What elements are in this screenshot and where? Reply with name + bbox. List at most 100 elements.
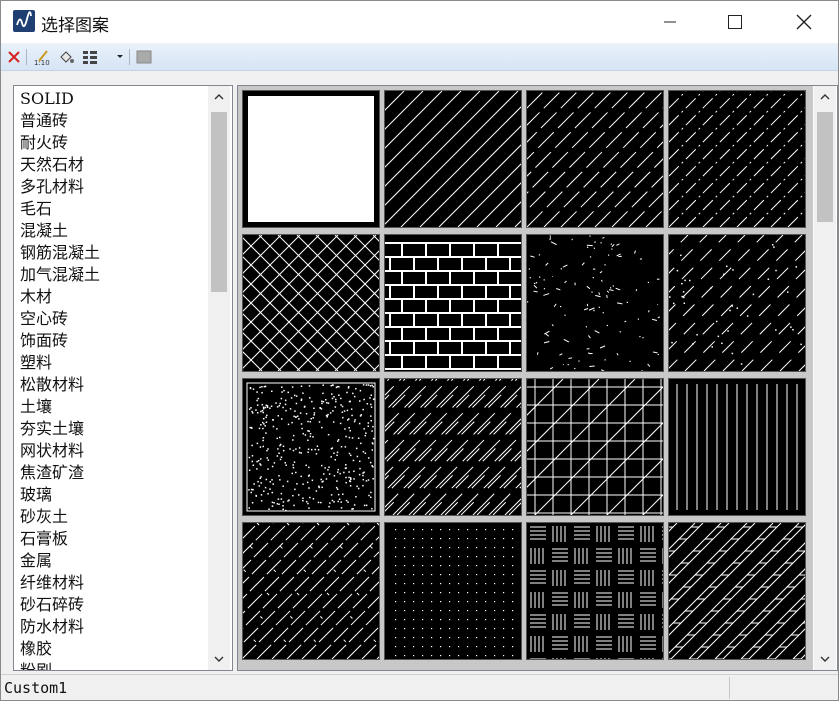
pattern-swatch: [246, 382, 376, 512]
pattern-list-item[interactable]: 普通砖: [20, 110, 100, 132]
pattern-list-item[interactable]: 饰面砖: [20, 330, 100, 352]
pattern-swatch: [248, 96, 374, 222]
list-scrollbar[interactable]: [208, 86, 230, 670]
toolbar-separator: [129, 49, 130, 65]
toolbar: 1:10: [1, 44, 838, 71]
pattern-list-item[interactable]: 网状材料: [20, 440, 100, 462]
pattern-list-item[interactable]: 天然石材: [20, 154, 100, 176]
pattern-swatch: [385, 91, 521, 227]
pattern-tile-basket-weave[interactable]: [526, 522, 664, 660]
pattern-tile-diag-dashdot[interactable]: [668, 90, 806, 228]
pattern-tile-vertical-lines[interactable]: [668, 378, 806, 516]
view-dropdown-button[interactable]: [111, 48, 129, 66]
pattern-list-item[interactable]: 砂灰土: [20, 506, 100, 528]
maximize-icon: [728, 15, 742, 29]
pattern-list-item[interactable]: 混凝土: [20, 220, 100, 242]
pattern-list-item[interactable]: 焦渣矿渣: [20, 462, 100, 484]
grid-scroll-thumb[interactable]: [817, 112, 833, 222]
pattern-tile-solid[interactable]: [242, 90, 380, 228]
list-view-icon: [83, 51, 97, 64]
delete-button[interactable]: [5, 48, 23, 66]
list-scroll-down-button[interactable]: [208, 648, 230, 670]
status-divider: [729, 677, 730, 699]
view-button[interactable]: [81, 48, 99, 66]
pattern-grid-panel: [237, 85, 838, 671]
pattern-list-item[interactable]: 土壤: [20, 396, 100, 418]
pattern-list-item[interactable]: 夯实土壤: [20, 418, 100, 440]
window-title: 选择图案: [41, 16, 109, 36]
pattern-tile-diag-speckle[interactable]: [668, 234, 806, 372]
pattern-swatch: [527, 379, 663, 515]
pattern-list-item[interactable]: 钢筋混凝土: [20, 242, 100, 264]
grid-scrollbar[interactable]: [814, 86, 836, 670]
pattern-tile-dots[interactable]: [384, 522, 522, 660]
pattern-list-item[interactable]: 松散材料: [20, 374, 100, 396]
pattern-tile-stone-speckle[interactable]: [526, 234, 664, 372]
pattern-list-item[interactable]: 金属: [20, 550, 100, 572]
status-text: Custom1: [4, 679, 68, 697]
pattern-swatch: [669, 523, 805, 659]
pattern-list-item[interactable]: 加气混凝土: [20, 264, 100, 286]
minimize-button[interactable]: [647, 1, 693, 43]
pattern-tile-diag-ladder[interactable]: [668, 522, 806, 660]
pattern-swatch: [527, 91, 663, 227]
pattern-grid: [238, 86, 813, 670]
pattern-tile-brick-grid[interactable]: [384, 234, 522, 372]
pattern-swatch: [530, 526, 663, 659]
pattern-swatch: [669, 235, 805, 371]
grid-scroll-down-button[interactable]: [814, 648, 836, 670]
pattern-tile-grid-diag[interactable]: [526, 378, 664, 516]
paint-bucket-icon: [60, 51, 74, 63]
close-button[interactable]: [781, 1, 827, 43]
pattern-list-item[interactable]: 空心砖: [20, 308, 100, 330]
pattern-list[interactable]: SOLID 普通砖 耐火砖 天然石材 多孔材料 毛石 混凝土 钢筋混凝土 加气混凝土 木材 空心砖饰…: [20, 88, 100, 670]
pattern-list-item[interactable]: 砂石碎砖: [20, 594, 100, 616]
pattern-list-item[interactable]: 毛石: [20, 198, 100, 220]
preview-button[interactable]: [135, 48, 153, 66]
pattern-tile-diag-segmented[interactable]: [242, 522, 380, 660]
scale-button[interactable]: 1:10: [33, 48, 51, 66]
pattern-list-item[interactable]: 多孔材料: [20, 176, 100, 198]
chevron-down-icon: [820, 656, 830, 662]
pattern-list-item[interactable]: SOLID: [20, 88, 100, 110]
pattern-list-item[interactable]: 橡胶: [20, 638, 100, 660]
chevron-down-icon: [214, 656, 224, 662]
pattern-tile-dense-dots[interactable]: [242, 378, 380, 516]
pattern-tile-diag-sparse[interactable]: [384, 90, 522, 228]
pattern-list-item[interactable]: 木材: [20, 286, 100, 308]
pattern-swatch: [243, 235, 379, 371]
pattern-list-item[interactable]: 玻璃: [20, 484, 100, 506]
list-scroll-up-button[interactable]: [208, 86, 230, 108]
delete-x-icon: [8, 51, 20, 63]
pattern-list-item[interactable]: 纤维材料: [20, 572, 100, 594]
pattern-tile-crosshatch[interactable]: [242, 234, 380, 372]
pattern-list-panel: SOLID 普通砖 耐火砖 天然石材 多孔材料 毛石 混凝土 钢筋混凝土 加气混凝土 木材 空心砖饰…: [13, 85, 233, 671]
dialog-window: 选择图案 1:10 SOLID 普通砖 耐火砖 天然石材 多孔材料 毛石 混凝土…: [0, 0, 839, 701]
close-icon: [796, 14, 812, 30]
list-scroll-thumb[interactable]: [211, 112, 227, 292]
pattern-list-item[interactable]: 塑料: [20, 352, 100, 374]
title-bar[interactable]: 选择图案: [1, 1, 838, 43]
pattern-tile-diag-dashed[interactable]: [526, 90, 664, 228]
pencil-scale-icon: 1:10: [34, 50, 50, 66]
grid-scroll-up-button[interactable]: [814, 86, 836, 108]
pattern-list-item[interactable]: 粉刷: [20, 660, 100, 670]
pattern-swatch: [395, 529, 514, 657]
pattern-tile-diag-pairs[interactable]: [384, 378, 522, 516]
pattern-list-item[interactable]: 耐火砖: [20, 132, 100, 154]
chevron-up-icon: [820, 94, 830, 100]
toolbar-separator: [26, 49, 27, 65]
pattern-list-item[interactable]: 防水材料: [20, 616, 100, 638]
minimize-icon: [664, 21, 676, 23]
pattern-list-item[interactable]: 石膏板: [20, 528, 100, 550]
pattern-swatch: [385, 379, 521, 515]
dropdown-arrow-icon: [117, 55, 123, 58]
pattern-swatch: [385, 242, 521, 370]
image-preview-icon: [136, 50, 152, 64]
app-icon: [13, 10, 35, 32]
pattern-swatch: [676, 384, 798, 510]
maximize-button[interactable]: [712, 1, 758, 43]
chevron-up-icon: [214, 94, 224, 100]
pattern-swatch: [527, 235, 661, 371]
fill-button[interactable]: [57, 48, 75, 66]
